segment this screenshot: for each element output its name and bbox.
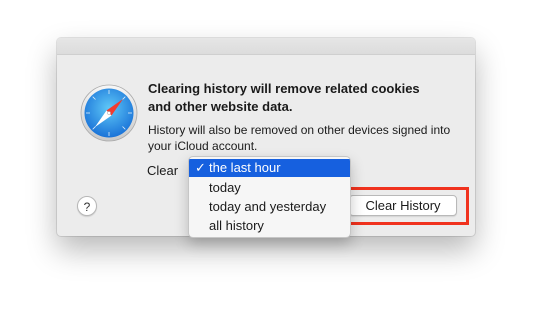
menu-item-label: today and yesterday (209, 199, 327, 214)
safari-compass-icon (80, 84, 138, 142)
highlight-annotation (339, 187, 469, 225)
menu-item-today-and-yesterday[interactable]: today and yesterday (189, 198, 350, 216)
menu-item-label: all history (209, 218, 264, 233)
checkmark-icon: ✓ (195, 160, 206, 175)
menu-item-today[interactable]: today (189, 179, 350, 197)
headline-line-1: Clearing history will remove related coo… (148, 81, 420, 96)
dialog-headline: Clearing history will remove related coo… (148, 80, 468, 116)
menu-item-label: the last hour (209, 160, 281, 175)
menu-item-label: today (209, 180, 241, 195)
menu-item-all-history[interactable]: all history (189, 217, 350, 235)
headline-line-2: and other website data. (148, 99, 293, 114)
help-button[interactable]: ? (77, 196, 97, 216)
subtext-line-1: History will also be removed on other de… (148, 123, 451, 137)
subtext-line-2: your iCloud account. (148, 139, 258, 153)
clear-range-label: Clear (147, 163, 179, 178)
clear-range-dropdown-menu[interactable]: ✓ the last hour today today and yesterda… (188, 156, 351, 238)
menu-item-last-hour[interactable]: ✓ the last hour (189, 159, 350, 177)
dialog-titlebar (57, 38, 475, 55)
dialog-subtext: History will also be removed on other de… (148, 122, 468, 154)
